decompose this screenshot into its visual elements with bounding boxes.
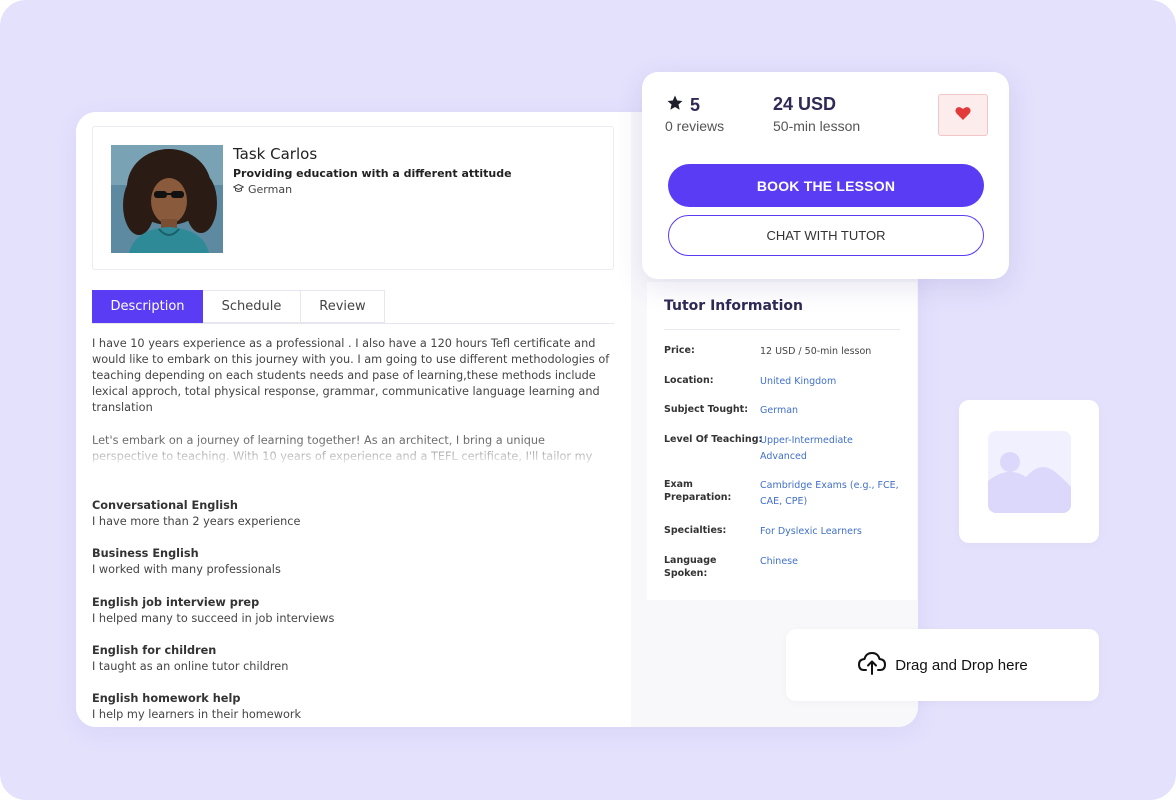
info-key: Level Of Teaching:	[664, 434, 763, 445]
heart-icon	[955, 106, 971, 125]
info-value: Upper-Intermediate Advanced	[760, 435, 853, 462]
info-value: United Kingdom	[760, 376, 837, 387]
info-key: Language Spoken:	[664, 555, 717, 579]
tab-schedule[interactable]: Schedule	[203, 290, 301, 323]
info-key: Subject Tought:	[664, 404, 748, 415]
skill-title: Conversational English	[92, 499, 238, 512]
favorite-button[interactable]	[938, 94, 988, 136]
lesson-duration: 50-min lesson	[773, 118, 861, 134]
info-value: Chinese	[760, 556, 798, 567]
description-text: I have 10 years experience as a professi…	[92, 337, 610, 414]
tutor-info-card: Tutor Information Price: 12 USD / 50-min…	[647, 282, 917, 600]
info-key: Price:	[664, 345, 695, 356]
info-key: Specialties:	[664, 525, 727, 536]
info-key: Location:	[664, 375, 714, 386]
tab-review[interactable]: Review	[301, 290, 385, 323]
tutor-tagline: Providing education with a different att…	[233, 167, 512, 180]
info-value: Cambridge Exams (e.g., FCE, CAE, CPE)	[760, 480, 899, 507]
upload-dropzone[interactable]: Drag and Drop here	[786, 629, 1099, 701]
reviews-count: 0 reviews	[665, 118, 725, 134]
tab-description[interactable]: Description	[92, 290, 203, 323]
description-more-text: Let's embark on a journey of learning to…	[92, 434, 593, 467]
chat-with-tutor-button[interactable]: CHAT WITH TUTOR	[668, 215, 984, 256]
star-icon	[666, 94, 684, 117]
teaching-language: German	[232, 183, 293, 196]
skill-title: English for children	[92, 643, 217, 657]
teaching-language-label: German	[248, 183, 293, 196]
skill-title: Business English	[92, 547, 199, 561]
info-value: For Dyslexic Learners	[760, 526, 862, 537]
skill-title: English homework help	[92, 692, 241, 706]
profile-tabs: Description Schedule Review	[92, 290, 385, 323]
list-item: Conversational English I have more than …	[92, 498, 592, 546]
tutor-name: Task Carlos	[233, 145, 318, 163]
skill-subtitle: I worked with many professionals	[92, 563, 281, 577]
image-placeholder-card	[959, 400, 1099, 543]
upload-label: Drag and Drop here	[895, 656, 1028, 674]
skill-subtitle: I taught as an online tutor children	[92, 659, 289, 673]
info-value: German	[760, 405, 799, 416]
divider	[664, 329, 900, 330]
list-item: English homework help I help my learners…	[92, 691, 592, 727]
rating-value: 5	[690, 95, 701, 115]
skill-subtitle: I help my learners in their homework	[92, 708, 302, 722]
booking-card: 5 0 reviews 24 USD 50-min lesson BOOK TH…	[642, 72, 1009, 279]
skill-title: English job interview prep	[92, 595, 260, 609]
skill-subtitle: I helped many to succeed in job intervie…	[92, 611, 335, 625]
profile-main-pane: Task Carlos Providing education with a d…	[76, 112, 631, 727]
info-value: 12 USD / 50-min lesson	[760, 346, 872, 357]
rating: 5	[666, 94, 700, 117]
graduation-cap-icon	[232, 183, 245, 196]
list-item: English for children I taught as an onli…	[92, 643, 592, 691]
lesson-price: 24 USD	[773, 94, 837, 114]
tabs-divider	[92, 323, 614, 324]
avatar	[111, 145, 223, 253]
list-item: English job interview prep I helped many…	[92, 595, 592, 643]
profile-header: Task Carlos Providing education with a d…	[92, 126, 614, 270]
skill-subtitle: I have more than 2 years experience	[92, 515, 301, 528]
image-icon	[988, 431, 1071, 513]
info-key: Exam Preparation:	[664, 479, 732, 503]
cloud-upload-icon	[857, 650, 887, 681]
skills-list: Conversational English I have more than …	[92, 498, 592, 727]
tutor-info-title: Tutor Information	[664, 298, 803, 314]
list-item: Business English I worked with many prof…	[92, 546, 592, 594]
book-lesson-button[interactable]: BOOK THE LESSON	[668, 164, 984, 207]
